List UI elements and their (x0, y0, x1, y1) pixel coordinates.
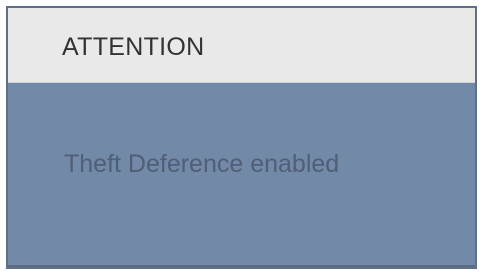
status-message: Theft Deference enabled (64, 150, 340, 178)
dialog-title: ATTENTION (62, 33, 205, 61)
dialog-header: ATTENTION (8, 8, 475, 83)
dialog-body: Theft Deference enabled (8, 83, 475, 267)
bottom-divider (8, 265, 475, 267)
attention-dialog: ATTENTION Theft Deference enabled (6, 6, 477, 269)
